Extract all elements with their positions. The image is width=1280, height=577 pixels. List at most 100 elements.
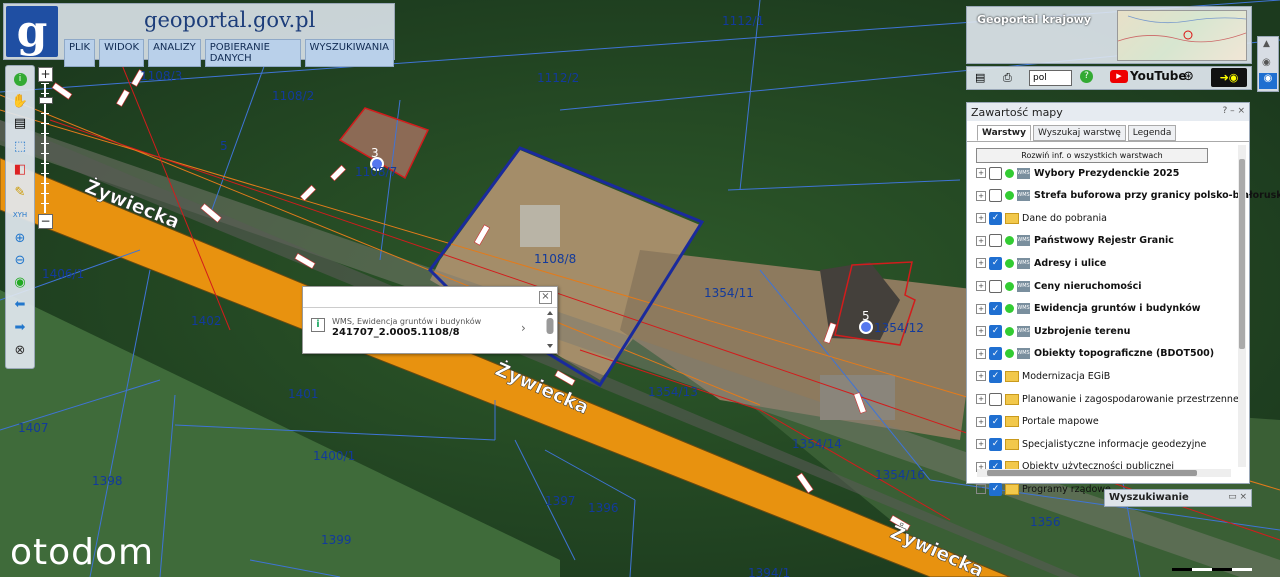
expand-all-layers-button[interactable]: Rozwiń inf. o wszystkich warstwach	[976, 148, 1208, 163]
menu-pobieranie-danych[interactable]: POBIERANIE DANYCH	[204, 39, 301, 67]
expand-plus-icon[interactable]: +	[976, 190, 986, 201]
zoom-plus-button[interactable]: +	[38, 67, 53, 82]
layer-row[interactable]: + ✓ WMS Obiekty topograficzne (BDOT500)	[976, 345, 1214, 363]
layer-list-horizontal-scrollbar[interactable]	[977, 469, 1231, 477]
parcel-label-1354-13: 1354/13	[648, 385, 698, 399]
xyz-icon[interactable]: XYH	[10, 205, 30, 225]
geoportal-logo[interactable]: g	[6, 6, 58, 57]
language-select[interactable]: pol	[1029, 70, 1072, 86]
layer-name: Ceny nieruchomości	[1034, 280, 1142, 292]
layer-checkbox[interactable]: ✓	[989, 482, 1002, 496]
help-icon[interactable]: ?	[1080, 70, 1093, 83]
menu-analizy[interactable]: ANALIZY	[148, 39, 201, 67]
layer-row[interactable]: + ✓ WMS Adresy i ulice	[976, 254, 1106, 272]
layer-row[interactable]: + WMS Strefa buforowa przy granicy polsko-…	[976, 187, 1280, 205]
layer-checkbox[interactable]: ✓	[989, 211, 1002, 225]
select-area-icon[interactable]: ⬚	[10, 136, 30, 156]
expand-plus-icon[interactable]: +	[976, 213, 986, 224]
layer-checkbox[interactable]: ✓	[989, 347, 1002, 361]
status-dot-icon	[1005, 191, 1014, 201]
layer-row[interactable]: + ✓ Programy rządowe	[976, 480, 1111, 498]
globe-icon[interactable]: ◉	[10, 272, 30, 292]
tab-wyszukaj-warstwe[interactable]: Wyszukaj warstwę	[1032, 125, 1126, 141]
feature-info-popup: × i WMS, Ewidencja gruntów i budynków 24…	[302, 286, 558, 354]
parcel-label-1396: 1396	[588, 501, 619, 515]
menu-widok[interactable]: WIDOK	[99, 39, 145, 67]
layer-checkbox[interactable]: ✓	[989, 437, 1002, 451]
layer-row[interactable]: + ✓ Specjalistyczne informacje geodezyjne	[976, 435, 1206, 453]
overview-map-thumbnail[interactable]	[1117, 10, 1247, 61]
expand-plus-icon[interactable]: +	[976, 416, 986, 427]
layer-row[interactable]: + ✓ Portale mapowe	[976, 413, 1099, 431]
geoportal-krajowy-panel[interactable]: Geoportal krajowy	[966, 6, 1252, 64]
eye-icon[interactable]: ➜◉	[1211, 68, 1247, 87]
popup-scrollbar[interactable]	[545, 310, 555, 350]
popup-parcel-id[interactable]: 241707_2.0005.1108/8	[332, 327, 460, 338]
measure-icon[interactable]: ◧	[10, 159, 30, 179]
expand-plus-icon[interactable]: +	[976, 281, 986, 291]
zoom-handle[interactable]	[39, 97, 53, 104]
popup-close-icon[interactable]: ×	[539, 291, 552, 304]
tab-warstwy[interactable]: Warstwy	[977, 125, 1031, 141]
expand-plus-icon[interactable]: +	[976, 484, 986, 495]
forward-arrow-icon[interactable]: ➡	[10, 317, 30, 337]
search-panel-buttons[interactable]: ▭ ×	[1228, 492, 1247, 502]
layer-checkbox[interactable]	[989, 279, 1002, 293]
layer-checkbox[interactable]: ✓	[989, 302, 1002, 316]
expand-plus-icon[interactable]: +	[976, 439, 986, 450]
layer-checkbox[interactable]: ✓	[989, 369, 1002, 383]
layer-row[interactable]: + WMS Wybory Prezydenckie 2025	[976, 164, 1179, 182]
wms-icon: WMS	[1017, 303, 1030, 315]
zoom-slider[interactable]: + −	[38, 67, 53, 229]
parcel-label-1112-2: 1112/2	[537, 71, 579, 85]
layer-list-vertical-scrollbar[interactable]	[1238, 145, 1246, 467]
pencil-icon[interactable]: ✎	[10, 182, 30, 202]
expand-plus-icon[interactable]: +	[976, 303, 986, 314]
layer-checkbox[interactable]: ✓	[989, 256, 1002, 270]
printer-icon[interactable]: ⎙	[1003, 71, 1012, 85]
settings-wheel-icon[interactable]: ⊛	[1183, 69, 1194, 84]
eye-small-icon[interactable]: ◉	[1262, 57, 1271, 68]
layer-checkbox[interactable]: ✓	[989, 324, 1002, 338]
print-list-icon[interactable]: ▤	[975, 71, 985, 84]
menu-wyszukiwania[interactable]: WYSZUKIWANIA	[304, 39, 394, 67]
layer-row[interactable]: + ✓ Dane do pobrania	[976, 209, 1107, 227]
collapse-icon[interactable]: ▲	[1263, 39, 1270, 49]
tab-legenda[interactable]: Legenda	[1127, 125, 1177, 141]
back-arrow-icon[interactable]: ⬅	[10, 294, 30, 314]
layer-checkbox[interactable]	[989, 166, 1002, 180]
youtube-link[interactable]: ▶ YouTube	[1110, 69, 1187, 83]
expand-plus-icon[interactable]: +	[976, 326, 986, 337]
zoom-minus-button[interactable]: −	[38, 214, 53, 229]
menu-plik[interactable]: PLIK	[64, 39, 96, 67]
expand-plus-icon[interactable]: +	[976, 235, 986, 246]
horizontal-scroll-thumb[interactable]	[987, 470, 1197, 476]
status-dot-icon	[1005, 258, 1014, 268]
panel-window-buttons[interactable]: ? – ×	[1222, 106, 1245, 116]
vertical-scroll-thumb[interactable]	[1239, 159, 1245, 349]
layer-checkbox[interactable]	[989, 189, 1002, 203]
expand-plus-icon[interactable]: +	[976, 168, 986, 178]
info-icon[interactable]: i	[10, 69, 30, 89]
search-panel[interactable]: Wyszukiwanie ▭ ×	[1104, 489, 1252, 507]
expand-plus-icon[interactable]: +	[976, 348, 986, 359]
layer-row[interactable]: + ✓ WMS Uzbrojenie terenu	[976, 322, 1130, 340]
layer-row[interactable]: + Planowanie i zagospodarowanie przestrze…	[976, 390, 1239, 408]
expand-plus-icon[interactable]: +	[976, 394, 986, 404]
document-icon[interactable]: ▤	[10, 113, 30, 133]
expand-plus-icon[interactable]: +	[976, 258, 986, 269]
zoom-in-icon[interactable]: ⊕	[10, 228, 30, 248]
active-eye-icon[interactable]: ◉	[1259, 73, 1277, 89]
layer-row[interactable]: + WMS Państwowy Rejestr Granic	[976, 232, 1174, 250]
layer-checkbox[interactable]	[989, 392, 1002, 406]
layer-row[interactable]: + ✓ Modernizacja EGiB	[976, 367, 1110, 385]
reset-icon[interactable]: ⊗	[10, 340, 30, 360]
pan-hand-icon[interactable]: ✋	[10, 91, 30, 111]
layer-checkbox[interactable]: ✓	[989, 415, 1002, 429]
layer-row[interactable]: + ✓ WMS Ewidencja gruntów i budynków	[976, 300, 1201, 318]
zoom-out-icon[interactable]: ⊖	[10, 250, 30, 270]
layer-checkbox[interactable]	[989, 234, 1002, 248]
layer-row[interactable]: + WMS Ceny nieruchomości	[976, 277, 1141, 295]
popup-chevron-right-icon[interactable]: ›	[521, 321, 526, 335]
expand-plus-icon[interactable]: +	[976, 371, 986, 382]
